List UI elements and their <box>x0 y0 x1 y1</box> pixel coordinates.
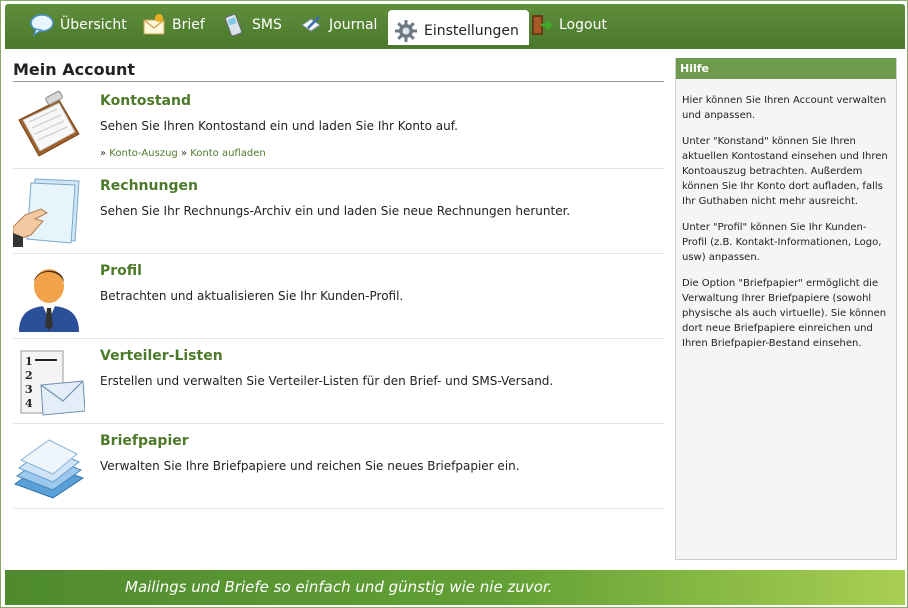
help-panel: Hilfe Hier können Sie Ihren Account verw… <box>675 58 897 560</box>
invoice-hand-icon <box>12 175 85 247</box>
paper-stack-icon <box>13 430 85 502</box>
main-content: Mein Account Kontostand Sehen Sie Ihren … <box>12 59 664 509</box>
item-title[interactable]: Briefpapier <box>100 433 189 449</box>
item-description: Verwalten Sie Ihre Briefpapiere und reic… <box>100 459 520 473</box>
help-paragraph: Unter "Konstand" können Sie Ihren aktuel… <box>682 136 888 207</box>
item-title[interactable]: Verteiler-Listen <box>100 348 223 364</box>
list-item-rechnungen: Rechnungen Sehen Sie Ihr Rechnungs-Archi… <box>12 169 664 254</box>
app-window: Übersicht Brief SMS Journal Einstellunge <box>0 0 908 608</box>
tab-label: Brief <box>172 16 205 33</box>
list-number: 3 <box>25 383 33 396</box>
link-konto-aufladen[interactable]: Konto aufladen <box>190 148 265 159</box>
clipboard-icon <box>13 90 85 162</box>
user-profile-icon <box>13 260 85 332</box>
numbered-list-envelope-icon: 1 2 3 4 <box>13 345 86 417</box>
tab-label: SMS <box>252 16 282 33</box>
item-description: Betrachten und aktualisieren Sie Ihr Kun… <box>100 289 404 303</box>
footer-slogan: Mailings und Briefe so einfach und günst… <box>125 578 553 596</box>
tab-label: Journal <box>329 16 378 33</box>
help-title: Hilfe <box>676 58 896 79</box>
tab-logout[interactable]: Logout <box>529 4 607 45</box>
envelope-icon <box>142 13 166 37</box>
exit-door-icon <box>529 13 553 37</box>
footer-banner: Mailings und Briefe so einfach und günst… <box>5 570 905 605</box>
list-item-briefpapier: Briefpapier Verwalten Sie Ihre Briefpapi… <box>13 424 664 509</box>
tab-journal[interactable]: Journal <box>299 4 377 45</box>
nav-divider <box>5 45 905 49</box>
page-title: Mein Account <box>13 59 664 82</box>
item-description: Sehen Sie Ihr Rechnungs-Archiv ein und l… <box>100 204 571 218</box>
help-paragraph: Die Option "Briefpapier" ermöglicht die … <box>682 278 887 349</box>
item-description: Erstellen und verwalten Sie Verteiler-Li… <box>100 374 554 388</box>
link-konto-auszug[interactable]: Konto-Auszug <box>109 148 177 159</box>
help-paragraph: Unter "Profil" können Sie Ihr Kunden-Pro… <box>682 222 882 263</box>
item-links: » Konto-Auszug » Konto aufladen <box>100 148 266 159</box>
tab-label: Übersicht <box>60 16 127 33</box>
list-item-kontostand: Kontostand Sehen Sie Ihren Kontostand ei… <box>13 84 664 169</box>
tab-sms[interactable]: SMS <box>222 4 282 45</box>
list-number: 1 <box>25 355 33 368</box>
item-title[interactable]: Profil <box>100 263 142 279</box>
list-number: 4 <box>25 397 33 410</box>
tab-uebersicht[interactable]: Übersicht <box>30 4 127 45</box>
help-body: Hier können Sie Ihren Account verwalten … <box>676 79 896 351</box>
tab-label: Logout <box>559 16 607 33</box>
item-description: Sehen Sie Ihren Kontostand ein und laden… <box>100 119 458 133</box>
gear-icon <box>394 19 418 43</box>
tab-brief[interactable]: Brief <box>142 4 205 45</box>
help-paragraph: Hier können Sie Ihren Account verwalten … <box>682 95 887 121</box>
mobile-phone-icon <box>222 13 246 37</box>
list-item-profil: Profil Betrachten und aktualisieren Sie … <box>13 254 664 339</box>
item-title[interactable]: Rechnungen <box>100 178 198 194</box>
tab-label: Einstellungen <box>424 23 519 39</box>
list-item-verteiler-listen: 1 2 3 4 Verteiler-Listen Erstellen und v… <box>13 339 664 424</box>
item-title[interactable]: Kontostand <box>100 93 191 109</box>
journal-pen-icon <box>299 13 323 37</box>
list-number: 2 <box>25 369 33 382</box>
main-navigation: Übersicht Brief SMS Journal Einstellunge <box>5 4 905 52</box>
speech-bubble-icon <box>30 13 54 37</box>
